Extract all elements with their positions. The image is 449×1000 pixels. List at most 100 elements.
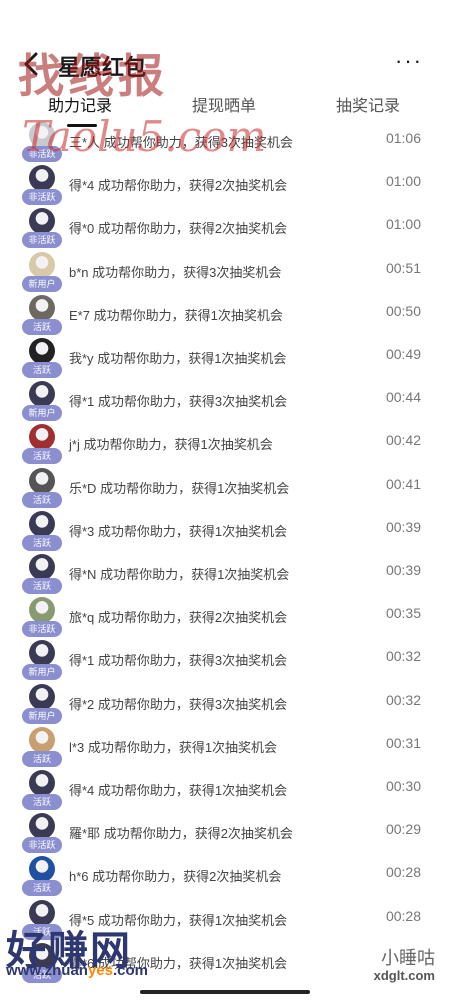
assist-time: 01:06 — [385, 130, 421, 146]
avatar-with-badge: 新用户 — [22, 251, 62, 294]
avatar[interactable] — [29, 510, 55, 537]
status-badge: 活跃 — [22, 750, 62, 767]
home-indicator[interactable] — [140, 990, 310, 994]
assist-message: 羅*耶 成功帮你助力，获得2次抽奖机会 — [69, 823, 293, 842]
assist-user-name: 得*4 — [69, 178, 95, 194]
list-item: 新用户 得*1 成功帮你助力，获得3次抽奖机会 00:32 — [0, 640, 449, 683]
status-badge: 非活跃 — [22, 837, 62, 854]
avatar[interactable] — [29, 165, 55, 192]
assist-text: 成功帮你助力，获得1次抽奖机会 — [97, 523, 288, 539]
avatar-with-badge: 活跃 — [22, 338, 62, 380]
assist-text: 成功帮你助力，获得1次抽奖机会 — [97, 351, 287, 366]
assist-user-name: l*3 — [69, 739, 85, 755]
assist-message: 得*1 成功帮你助力，获得3次抽奖机会 — [69, 391, 287, 410]
avatar-with-badge: 活跃 — [22, 856, 62, 898]
assist-message: E*7 成功帮你助力，获得1次抽奖机会 — [69, 305, 283, 324]
status-badge: 活跃 — [22, 318, 62, 335]
avatar[interactable] — [29, 251, 55, 278]
status-badge: 非活跃 — [22, 232, 62, 249]
status-badge: 非活跃 — [22, 189, 62, 206]
avatar-with-badge: 新用户 — [22, 381, 62, 423]
assist-time: 00:32 — [385, 691, 421, 708]
list-item: 非活跃 羅*耶 成功帮你助力，获得2次抽奖机会 00:29 — [0, 813, 449, 856]
avatar[interactable] — [29, 208, 55, 235]
avatar[interactable] — [29, 381, 55, 408]
avatar[interactable] — [29, 726, 55, 753]
status-badge: 新用户 — [22, 707, 62, 724]
status-badge: 新用户 — [22, 405, 62, 422]
assist-time: 00:39 — [385, 518, 421, 535]
assist-user-name: 得*2 — [69, 696, 95, 712]
more-icon[interactable]: ··· — [395, 50, 423, 72]
assist-user-name: 得*N — [69, 567, 97, 582]
assist-user-name: j*j — [69, 437, 80, 453]
assist-user-name: 乐*D — [69, 480, 97, 496]
assist-user-name: 我*y — [69, 351, 94, 366]
status-badge: 非活跃 — [22, 621, 62, 638]
list-item: 新用户 b*n 成功帮你助力，获得3次抽奖机会 00:51 — [0, 251, 449, 295]
watermark-taolu: Taolu5.com — [22, 112, 267, 161]
avatar-with-badge: 活跃 — [22, 294, 62, 337]
status-badge: 新用户 — [22, 275, 62, 292]
watermark-site: xdglt.com — [373, 968, 435, 983]
avatar-with-badge: 非活跃 — [22, 597, 62, 639]
avatar-with-badge: 非活跃 — [22, 208, 62, 250]
assist-message: 得*1 成功帮你助力，获得3次抽奖机会 — [69, 650, 287, 669]
list-item: 非活跃 得*4 成功帮你助力，获得2次抽奖机会 01:00 — [0, 165, 449, 208]
assist-user-name: 得*3 — [69, 523, 95, 539]
assist-time: 00:51 — [385, 259, 421, 276]
assist-time: 00:39 — [385, 562, 421, 578]
assist-text: 成功帮你助力，获得3次抽奖机会 — [97, 653, 288, 669]
avatar[interactable] — [29, 467, 55, 494]
avatar[interactable] — [29, 683, 55, 710]
avatar-with-badge: 活跃 — [22, 726, 62, 769]
assist-message: 乐*D 成功帮你助力，获得1次抽奖机会 — [69, 478, 289, 497]
avatar[interactable] — [29, 813, 55, 840]
assist-user-name: 得*0 — [69, 221, 95, 237]
assist-text: 成功帮你助力，获得3次抽奖机会 — [92, 264, 282, 280]
assist-message: 得*3 成功帮你助力，获得1次抽奖机会 — [69, 521, 287, 540]
assist-user-name: 得*1 — [69, 653, 95, 669]
watermark-xmt: 小睡咕 — [381, 948, 435, 968]
list-item: 活跃 得*4 成功帮你助力，获得1次抽奖机会 00:30 — [0, 770, 449, 813]
assist-message: j*j 成功帮你助力，获得1次抽奖机会 — [69, 434, 273, 453]
assist-user-name: 得*4 — [69, 783, 95, 798]
list-item: 活跃 l*3 成功帮你助力，获得1次抽奖机会 00:31 — [0, 726, 449, 770]
assist-time: 00:32 — [385, 648, 421, 665]
avatar-with-badge: 活跃 — [22, 467, 62, 510]
avatar[interactable] — [29, 424, 55, 451]
status-badge: 活跃 — [22, 880, 62, 897]
assist-time: 00:35 — [385, 605, 421, 622]
assist-text: 成功帮你助力，获得2次抽奖机会 — [97, 221, 288, 237]
avatar[interactable] — [29, 597, 55, 624]
list-item: 非活跃 旅*q 成功帮你助力，获得2次抽奖机会 00:35 — [0, 597, 449, 640]
assist-user-name: 旅*q — [69, 610, 95, 626]
tab-lottery-records[interactable]: 抽奖记录 — [336, 92, 400, 116]
avatar-with-badge: 活跃 — [22, 554, 62, 596]
avatar[interactable] — [29, 770, 55, 796]
assist-time: 00:49 — [385, 346, 421, 362]
avatar[interactable] — [29, 640, 55, 667]
assist-text: 成功帮你助力，获得1次抽奖机会 — [100, 567, 290, 582]
assist-user-name: b*n — [69, 264, 89, 280]
avatar-with-badge: 非活跃 — [22, 813, 62, 855]
avatar[interactable] — [29, 294, 55, 321]
avatar[interactable] — [29, 338, 55, 364]
avatar-with-badge: 新用户 — [22, 640, 62, 682]
avatar-with-badge: 活跃 — [22, 424, 62, 466]
watermark-url-highlight: yes — [87, 962, 113, 979]
avatar-with-badge: 活跃 — [22, 510, 62, 553]
assist-time: 00:28 — [385, 907, 421, 924]
assist-text: 成功帮你助力，获得3次抽奖机会 — [97, 394, 288, 410]
assist-text: 成功帮你助力，获得1次抽奖机会 — [97, 783, 288, 798]
assist-message: b*n 成功帮你助力，获得3次抽奖机会 — [69, 262, 281, 281]
avatar[interactable] — [29, 856, 55, 883]
list-item: 活跃 乐*D 成功帮你助力，获得1次抽奖机会 00:41 — [0, 467, 449, 511]
avatar[interactable] — [29, 554, 55, 580]
list-item: 活跃 E*7 成功帮你助力，获得1次抽奖机会 00:50 — [0, 294, 449, 338]
assist-message: 得*0 成功帮你助力，获得2次抽奖机会 — [69, 218, 287, 237]
assist-text: 成功帮你助力，获得1次抽奖机会 — [87, 739, 278, 755]
assist-user-name: E*7 — [69, 307, 90, 323]
assist-text: 成功帮你助力，获得2次抽奖机会 — [92, 869, 282, 885]
assist-text: 成功帮你助力，获得1次抽奖机会 — [100, 480, 290, 496]
